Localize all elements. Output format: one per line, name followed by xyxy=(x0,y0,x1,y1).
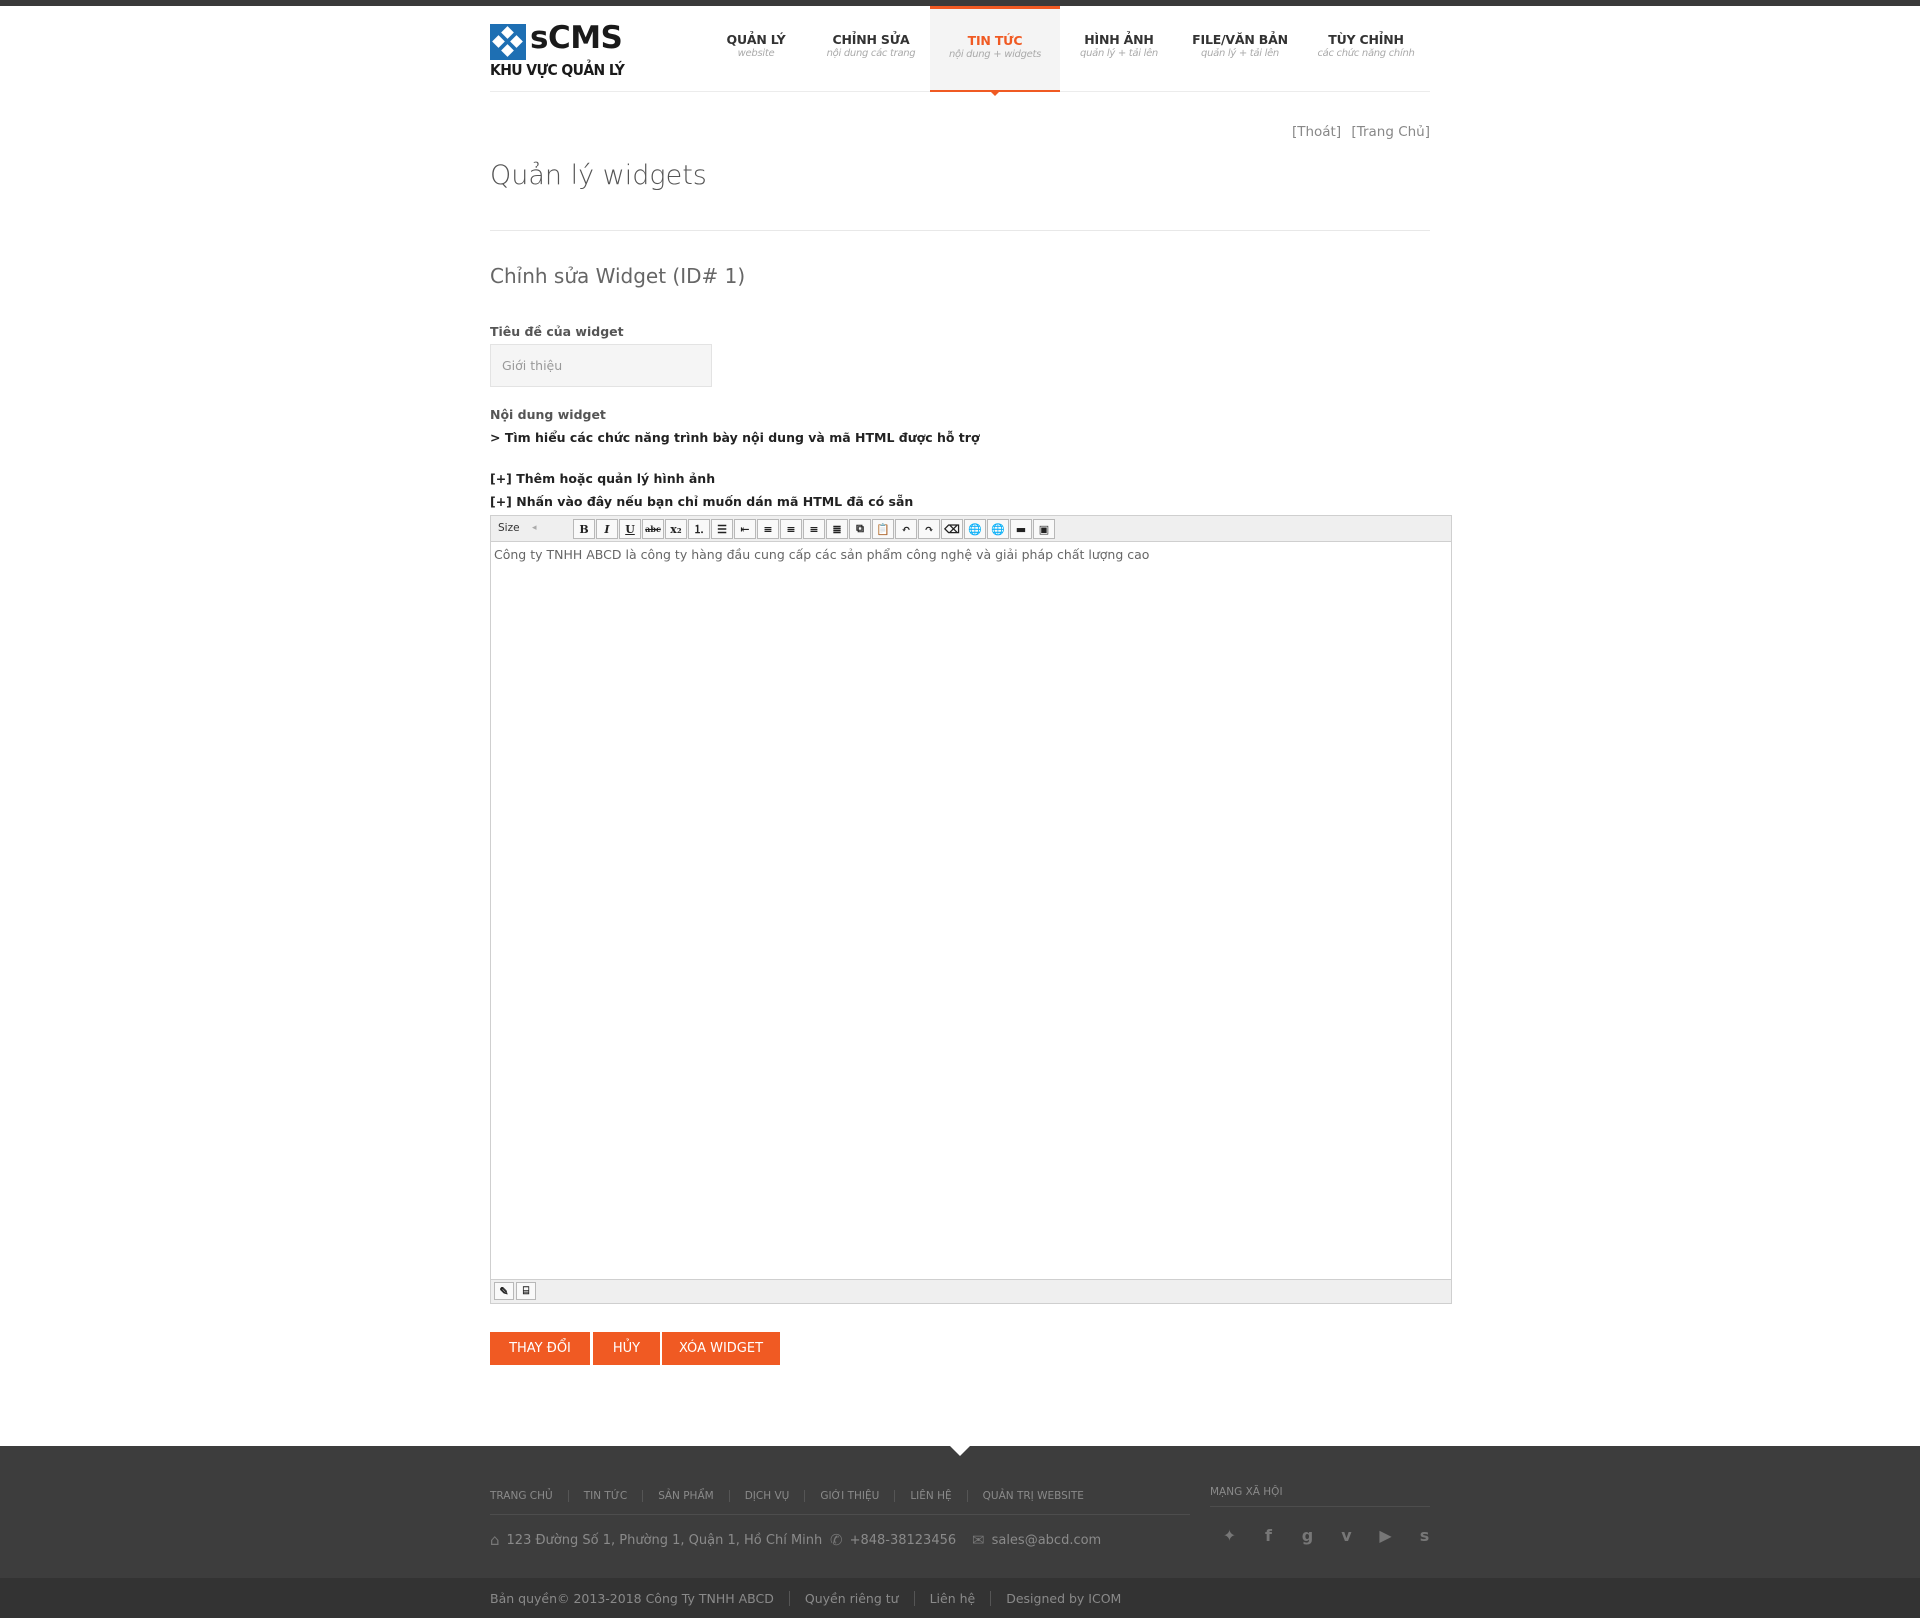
footer-address: ⌂ 123 Đường Số 1, Phường 1, Quận 1, Hồ Ch… xyxy=(490,1531,822,1549)
google-plus-icon[interactable]: g xyxy=(1288,1526,1327,1545)
eraser-button[interactable]: ⌫ xyxy=(941,519,963,539)
widget-title-input[interactable] xyxy=(490,344,712,387)
paste-button[interactable]: 📋 xyxy=(872,519,894,539)
email-text[interactable]: sales@abcd.com xyxy=(992,1533,1102,1548)
contact-link[interactable]: Liên hệ xyxy=(913,1591,991,1606)
undo-button[interactable]: ↶ xyxy=(895,519,917,539)
unordered-list-button[interactable]: ☰ xyxy=(711,519,733,539)
edit-subtitle: Chỉnh sửa Widget (ID# 1) xyxy=(490,264,746,288)
justify-button[interactable]: ≣ xyxy=(826,519,848,539)
main-content: [Thoát] [Trang Chủ] Quản lý widgets Chỉn… xyxy=(490,0,1452,1400)
logout-link[interactable]: [Thoát] xyxy=(1292,124,1341,140)
social-heading: MẠNG XÃ HỘI xyxy=(1210,1486,1283,1498)
footer-link-lien-he[interactable]: LIÊN HỆ xyxy=(894,1490,966,1502)
unlink-button[interactable]: 🌐 xyxy=(987,519,1009,539)
horizontal-rule-button[interactable]: ▬ xyxy=(1010,519,1032,539)
footer-link-trang-chu[interactable]: TRANG CHỦ xyxy=(490,1490,568,1502)
italic-button[interactable]: I xyxy=(596,519,618,539)
copy-button[interactable]: ⧉ xyxy=(849,519,871,539)
font-size-select[interactable]: ◂ xyxy=(528,520,572,537)
phone-text: +848-38123456 xyxy=(849,1532,957,1548)
align-left-button[interactable]: ≡ xyxy=(757,519,779,539)
copyright-text: Bản quyền© 2013-2018 Công Ty TNHH ABCD xyxy=(490,1591,774,1606)
footer-link-quan-tri[interactable]: QUẢN TRỊ WEBSITE xyxy=(966,1490,1099,1502)
footer-email: ✉ sales@abcd.com xyxy=(972,1531,1101,1549)
social-links: ✦ f g v ▶ s xyxy=(1210,1526,1444,1545)
footer-phone: ✆ +848-38123456 xyxy=(830,1531,956,1549)
footer-link-tin-tuc[interactable]: TIN TỨC xyxy=(567,1490,642,1502)
copyright-bar: Bản quyền© 2013-2018 Công Ty TNHH ABCD Q… xyxy=(0,1578,1920,1618)
social-divider xyxy=(1210,1506,1430,1507)
bold-button[interactable]: B xyxy=(573,519,595,539)
html-mode-icon[interactable]: ⌸ xyxy=(516,1282,536,1300)
editor-footer: ✎ ⌸ xyxy=(491,1279,1451,1303)
strikethrough-button[interactable]: abc xyxy=(642,519,664,539)
widget-title-label: Tiêu đề của widget xyxy=(490,324,624,339)
image-button[interactable]: ▣ xyxy=(1033,519,1055,539)
save-button[interactable]: THAY ĐỔI xyxy=(490,1332,590,1365)
help-link[interactable]: > Tìm hiểu các chức năng trình bày nội d… xyxy=(490,430,980,445)
divider xyxy=(490,230,1430,231)
editor-content[interactable]: Công ty TNHH ABCD là công ty hàng đầu cu… xyxy=(491,542,1451,1279)
youtube-icon[interactable]: ▶ xyxy=(1366,1526,1405,1545)
footer-nav: TRANG CHỦ TIN TỨC SẢN PHẨM DỊCH VỤ GIỚI … xyxy=(490,1490,1099,1502)
address-text: 123 Đường Số 1, Phường 1, Quận 1, Hồ Chí… xyxy=(506,1532,823,1548)
skype-icon[interactable]: s xyxy=(1405,1526,1444,1545)
footer-link-san-pham[interactable]: SẢN PHẨM xyxy=(642,1490,729,1502)
twitter-icon[interactable]: ✦ xyxy=(1210,1526,1249,1545)
subscript-button[interactable]: x₂ xyxy=(665,519,687,539)
manage-images-link[interactable]: [+] Thêm hoặc quản lý hình ảnh xyxy=(490,471,715,486)
page-title: Quản lý widgets xyxy=(490,160,707,191)
phone-icon: ✆ xyxy=(830,1531,843,1549)
ordered-list-button[interactable]: ⒈ xyxy=(688,519,710,539)
delete-widget-button[interactable]: XÓA WIDGET xyxy=(662,1332,780,1365)
rich-text-editor: Size ◂ B I Uabc x₂ ⒈ ☰ ⇤ ≡ ≡ ≡ ≣ ⧉ 📋 ↶ ↷ ⌫ 🌐 🌐 ▬ ▣ Công ty … xyxy=(490,515,1452,1304)
toolbar-buttons: B I Uabc x₂ ⒈ ☰ ⇤ ≡ ≡ ≡ ≣ ⧉ 📋 ↶ ↷ ⌫ 🌐 🌐 ▬ ▣ xyxy=(573,519,1056,539)
design-mode-icon[interactable]: ✎ xyxy=(494,1282,514,1300)
footer-divider xyxy=(490,1514,1190,1515)
home-icon: ⌂ xyxy=(490,1531,500,1549)
outdent-button[interactable]: ⇤ xyxy=(734,519,756,539)
align-right-button[interactable]: ≡ xyxy=(803,519,825,539)
widget-content-label: Nội dung widget xyxy=(490,407,606,422)
top-links: [Thoát] [Trang Chủ] xyxy=(1286,124,1430,140)
redo-button[interactable]: ↷ xyxy=(918,519,940,539)
paste-html-link[interactable]: [+] Nhấn vào đây nếu bạn chỉ muốn dán mã… xyxy=(490,494,913,509)
copyright-links: Bản quyền© 2013-2018 Công Ty TNHH ABCD Q… xyxy=(490,1591,1136,1606)
facebook-icon[interactable]: f xyxy=(1249,1526,1288,1545)
cancel-button[interactable]: HỦY xyxy=(593,1332,660,1365)
privacy-link[interactable]: Quyền riêng tư xyxy=(788,1591,914,1606)
size-label: Size xyxy=(498,522,520,534)
editor-toolbar: Size ◂ B I Uabc x₂ ⒈ ☰ ⇤ ≡ ≡ ≡ ≣ ⧉ 📋 ↶ ↷ ⌫ 🌐 🌐 ▬ ▣ xyxy=(491,516,1451,542)
link-button[interactable]: 🌐 xyxy=(964,519,986,539)
underline-button[interactable]: U xyxy=(619,519,641,539)
vimeo-icon[interactable]: v xyxy=(1327,1526,1366,1545)
footer: TRANG CHỦ TIN TỨC SẢN PHẨM DỊCH VỤ GIỚI … xyxy=(0,1446,1920,1578)
footer-link-gioi-thieu[interactable]: GIỚI THIỆU xyxy=(804,1490,894,1502)
mail-icon: ✉ xyxy=(972,1531,985,1549)
home-link[interactable]: [Trang Chủ] xyxy=(1351,124,1430,140)
designed-by-link[interactable]: Designed by ICOM xyxy=(990,1591,1136,1606)
align-center-button[interactable]: ≡ xyxy=(780,519,802,539)
footer-link-dich-vu[interactable]: DỊCH VỤ xyxy=(728,1490,805,1502)
